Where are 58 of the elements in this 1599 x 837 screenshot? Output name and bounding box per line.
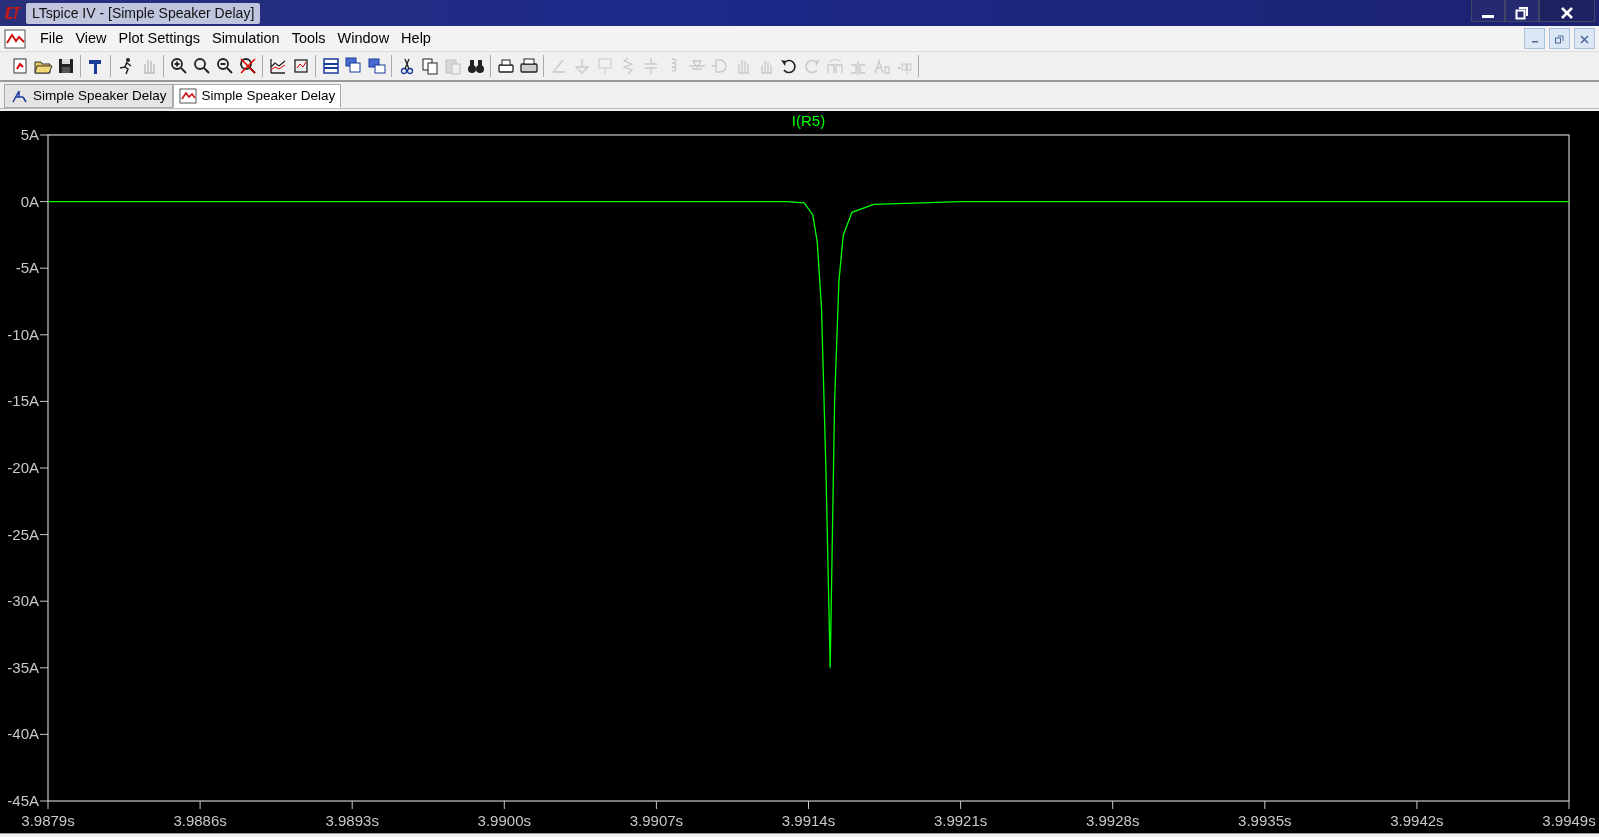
tile-windows-icon[interactable]: [320, 56, 341, 76]
menu-item[interactable]: Plot Settings: [112, 25, 206, 52]
print-preview-icon[interactable]: [495, 56, 516, 76]
y-axis-label: -45A: [7, 792, 39, 809]
x-axis-label: 3.9893s: [325, 812, 379, 829]
restore-icon: [1515, 5, 1529, 20]
document-tab[interactable]: Simple Speaker Delay: [4, 84, 173, 108]
close-icon: [1580, 34, 1589, 44]
arrange-windows-icon[interactable]: [366, 56, 387, 76]
x-axis-label: 3.9921s: [933, 812, 988, 829]
y-axis-label: -10A: [7, 325, 39, 343]
close-button[interactable]: [1539, 0, 1595, 22]
schematic-icon: [10, 88, 28, 104]
menu-item[interactable]: View: [69, 25, 113, 52]
waveform-app-icon[interactable]: [4, 28, 26, 49]
menu-item[interactable]: Tools: [285, 25, 332, 52]
x-axis-label: 3.9949s: [1542, 812, 1596, 829]
x-axis-label: 3.9879s: [21, 812, 75, 829]
magnifier-icon[interactable]: [191, 56, 212, 76]
zoom-out-icon[interactable]: [214, 56, 235, 76]
copy-icon[interactable]: [419, 56, 440, 76]
menu-item[interactable]: Simulation: [205, 25, 286, 52]
waveform-icon: [178, 88, 197, 104]
menu-item[interactable]: File: [34, 25, 70, 52]
minimize-button[interactable]: [1471, 0, 1505, 22]
printer-icon[interactable]: [518, 56, 539, 76]
zoom-cancel-icon[interactable]: [237, 56, 258, 76]
x-axis-label: 3.9900s: [477, 812, 531, 829]
minimize-icon: [1482, 15, 1494, 19]
mdi-restore-button[interactable]: [1549, 28, 1570, 49]
y-axis-label: 5A: [20, 126, 39, 143]
menu-item[interactable]: Window: [331, 25, 396, 52]
menu-item[interactable]: Help: [395, 25, 437, 52]
trace-title[interactable]: I(R5): [791, 112, 826, 129]
y-axis-label: -15A: [7, 392, 39, 410]
restore-button[interactable]: [1505, 0, 1539, 22]
y-axis-label: -35A: [7, 658, 39, 676]
restore-icon: [1555, 34, 1564, 44]
x-axis-label: 3.9942s: [1390, 812, 1444, 829]
x-axis-label: 3.9935s: [1238, 812, 1292, 829]
x-axis-label: 3.9886s: [173, 812, 227, 829]
x-axis-label: 3.9914s: [781, 812, 836, 829]
zoom-in-icon[interactable]: [168, 56, 189, 76]
mdi-close-button[interactable]: [1574, 28, 1595, 49]
y-axis-label: -25A: [7, 525, 39, 543]
document-tab[interactable]: Simple Speaker Delay: [172, 84, 342, 108]
y-axis-label: -30A: [7, 592, 39, 610]
y-axis-label: 0A: [20, 192, 39, 210]
y-axis-label: -20A: [7, 459, 39, 476]
x-axis-label: 3.9907s: [629, 812, 684, 829]
app-logo-icon: [4, 5, 22, 21]
window-title: LTspice IV - [Simple Speaker Delay]: [26, 2, 261, 24]
y-axis-label: -5A: [15, 259, 39, 277]
close-icon: [1560, 5, 1574, 20]
y-axis-label: -40A: [7, 725, 39, 743]
x-axis-label: 3.9928s: [1086, 812, 1140, 829]
cascade-windows-icon[interactable]: [343, 56, 364, 76]
autorange-chart-icon[interactable]: [267, 56, 288, 76]
